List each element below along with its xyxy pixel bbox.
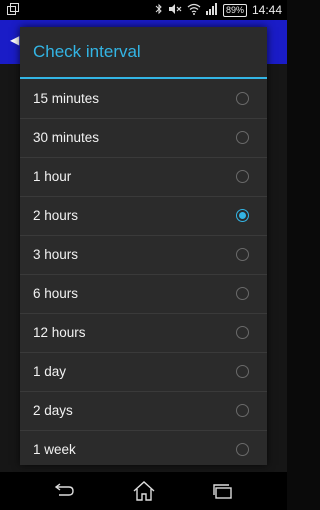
option-label: 1 week [33, 442, 76, 457]
option-label: 2 days [33, 403, 73, 418]
dialog-title: Check interval [20, 27, 267, 79]
option-12-hours[interactable]: 12 hours [20, 313, 267, 352]
option-1-week[interactable]: 1 week [20, 430, 267, 469]
option-1-day[interactable]: 1 day [20, 352, 267, 391]
navigation-bar [0, 472, 287, 510]
status-bar: 89% 14:44 [0, 0, 287, 20]
radio-button-selected[interactable] [236, 209, 249, 222]
option-label: 1 hour [33, 169, 72, 184]
radio-button[interactable] [236, 131, 249, 144]
option-3-hours[interactable]: 3 hours [20, 235, 267, 274]
clock: 14:44 [251, 3, 282, 17]
back-icon[interactable] [52, 481, 76, 501]
option-label: 1 day [33, 364, 67, 379]
option-label: 6 hours [33, 286, 79, 301]
home-icon[interactable] [132, 481, 156, 501]
radio-button[interactable] [236, 287, 249, 300]
battery-icon: 89% [222, 3, 247, 17]
bluetooth-icon [155, 3, 163, 18]
option-list: 15 minutes 30 minutes 1 hour 2 hours 3 h… [20, 79, 267, 469]
screen: 89% 14:44 ◀ Check interval 15 minutes 30… [0, 0, 287, 510]
radio-button[interactable] [236, 326, 249, 339]
option-1-hour[interactable]: 1 hour [20, 157, 267, 196]
option-30-minutes[interactable]: 30 minutes [20, 118, 267, 157]
option-6-hours[interactable]: 6 hours [20, 274, 267, 313]
recent-apps-icon[interactable] [211, 481, 235, 501]
check-interval-dialog: Check interval 15 minutes 30 minutes 1 h… [20, 27, 267, 465]
wifi-icon [187, 3, 201, 18]
mute-icon [168, 3, 182, 18]
signal-icon [205, 2, 218, 18]
option-label: 3 hours [33, 247, 79, 262]
radio-button[interactable] [236, 91, 249, 105]
radio-button[interactable] [236, 248, 249, 261]
radio-button[interactable] [236, 170, 249, 183]
radio-button[interactable] [236, 365, 249, 378]
option-label: 12 hours [33, 325, 86, 340]
radio-button[interactable] [236, 443, 249, 456]
option-label: 15 minutes [33, 91, 100, 106]
radio-button[interactable] [236, 404, 249, 417]
option-15-minutes[interactable]: 15 minutes [20, 79, 267, 118]
gallery-icon [7, 3, 19, 18]
status-icons: 89% 14:44 [155, 2, 282, 18]
option-2-days[interactable]: 2 days [20, 391, 267, 430]
option-2-hours[interactable]: 2 hours [20, 196, 267, 235]
option-label: 30 minutes [33, 130, 100, 145]
up-arrow-icon[interactable]: ◀ [10, 33, 19, 47]
option-label: 2 hours [33, 208, 79, 223]
